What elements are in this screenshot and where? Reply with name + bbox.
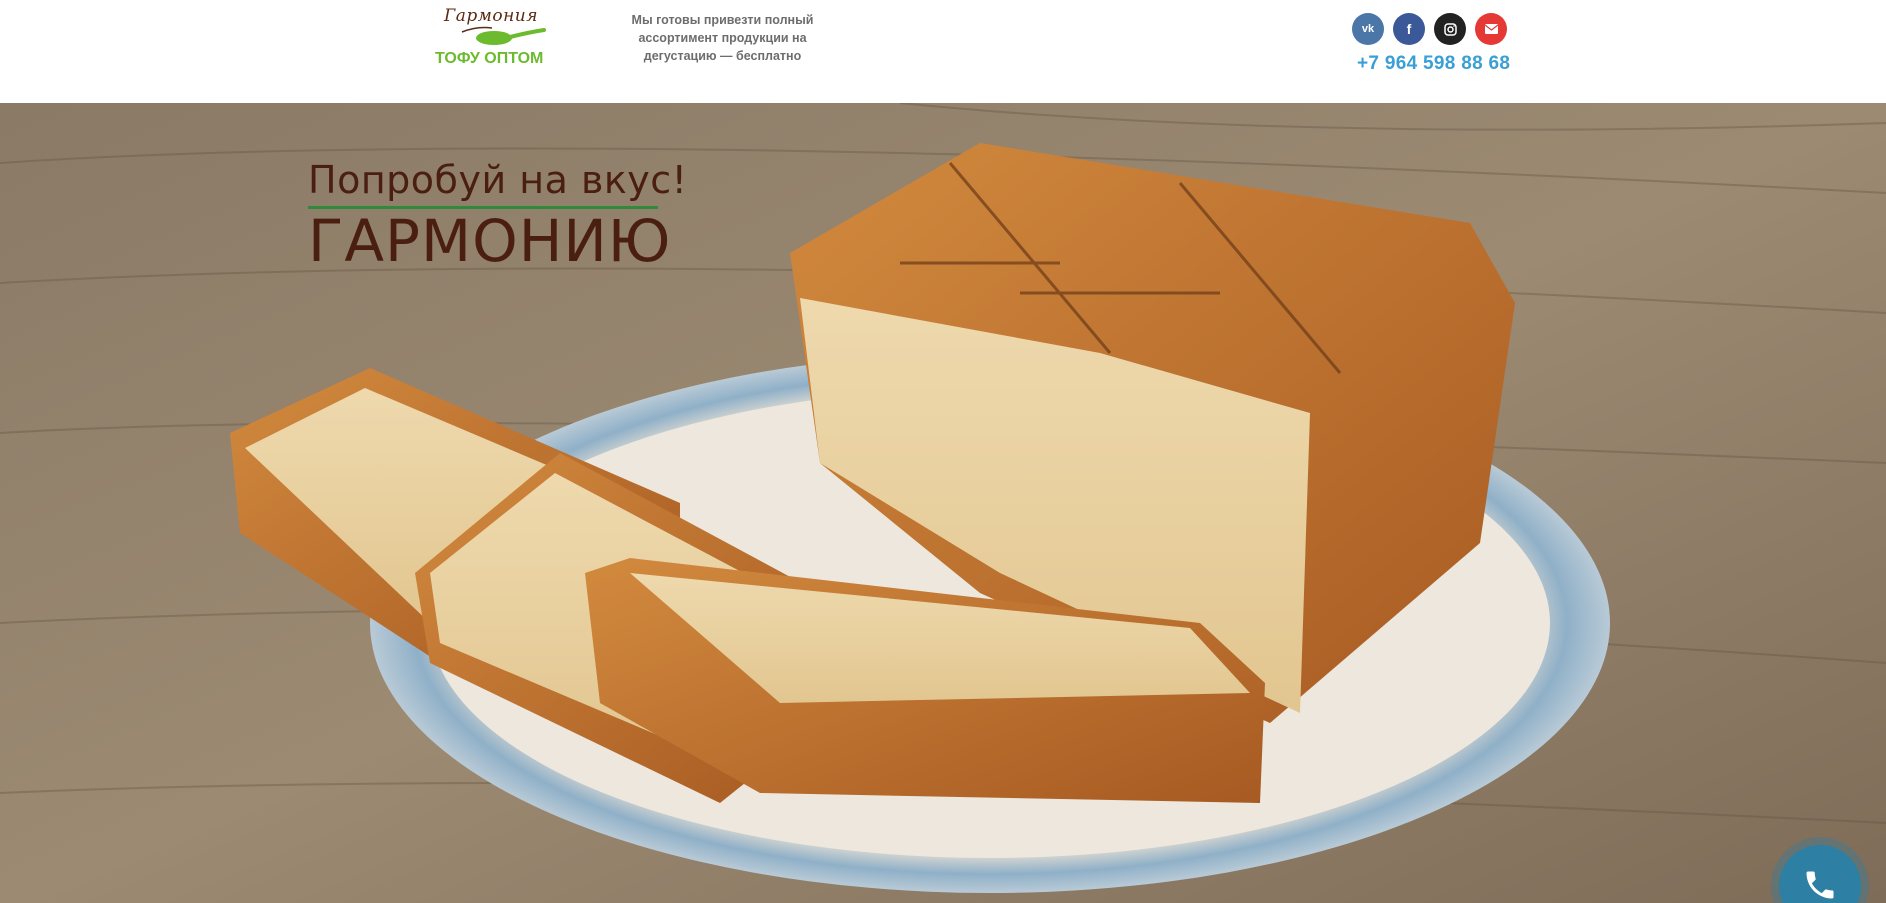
- site-logo[interactable]: Гармония ТОФУ ОПТОМ: [432, 4, 552, 70]
- hero-line-2: ГАРМОНИЮ: [308, 207, 672, 275]
- email-icon: [1484, 24, 1498, 34]
- header-tagline: Мы готовы привезти полный ассортимент пр…: [631, 13, 814, 63]
- phone-icon: [1806, 871, 1834, 899]
- facebook-link[interactable]: f: [1393, 13, 1425, 45]
- email-link[interactable]: [1475, 13, 1507, 45]
- instagram-icon: [1443, 22, 1457, 36]
- social-links: vk f: [1352, 13, 1507, 45]
- site-header: Гармония ТОФУ ОПТОМ Мы готовы привезти п…: [0, 0, 1886, 103]
- facebook-icon: f: [1406, 21, 1412, 37]
- instagram-link[interactable]: [1434, 13, 1466, 45]
- hero-title: Попробуй на вкус! ГАРМОНИЮ: [308, 158, 688, 275]
- smoked-tofu-plate-image: [0, 103, 1886, 903]
- hero-section: Попробуй на вкус! ГАРМОНИЮ: [0, 103, 1886, 903]
- logo-subtitle: ТОФУ ОПТОМ: [435, 50, 544, 67]
- logo-script-text: Гармония: [444, 6, 539, 26]
- vk-icon: vk: [1361, 23, 1375, 35]
- phone-number-link[interactable]: +7 964 598 88 68: [1357, 53, 1510, 75]
- vk-link[interactable]: vk: [1352, 13, 1384, 45]
- hero-line-1: Попробуй на вкус!: [308, 158, 688, 202]
